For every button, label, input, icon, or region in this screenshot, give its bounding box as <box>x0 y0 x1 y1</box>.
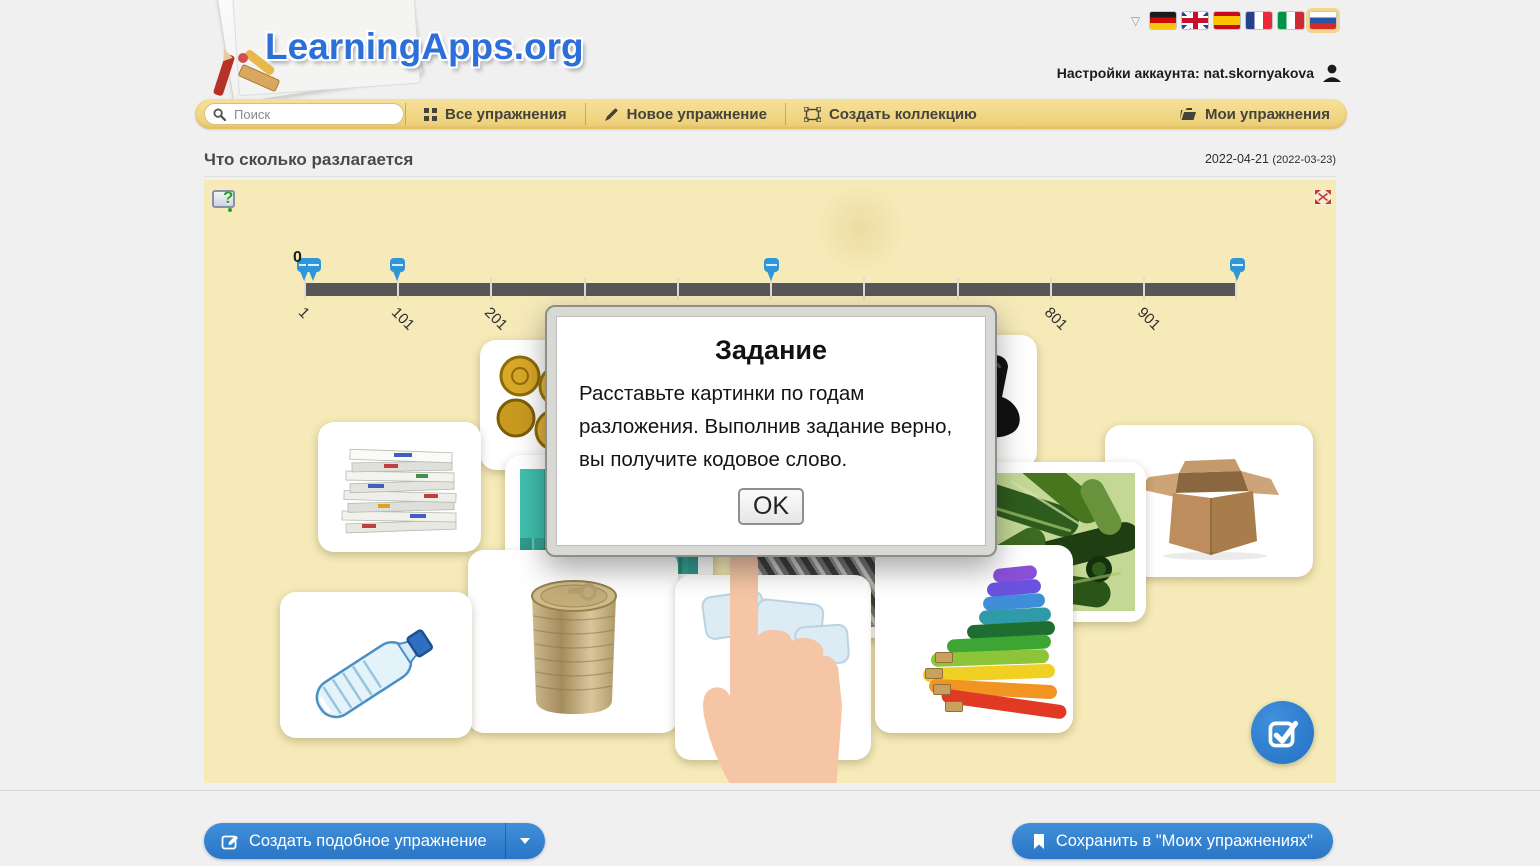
timeline-tick <box>1050 278 1052 300</box>
card-felt-pens[interactable] <box>875 545 1073 733</box>
date-note: (2022-03-23) <box>1272 154 1336 166</box>
timeline-tick <box>490 278 492 300</box>
edit-square-icon <box>221 833 239 850</box>
tick-label: 201 <box>481 304 511 334</box>
nav-item-my-exercises[interactable]: Мои упражнения <box>1162 99 1347 129</box>
timeline-pin[interactable] <box>764 258 779 282</box>
card-tin-can[interactable] <box>468 550 678 733</box>
newspapers-photo <box>328 434 471 542</box>
plastic-bottle-photo <box>292 600 460 730</box>
search-input[interactable] <box>232 106 395 123</box>
modal-body-text: Расставьте картинки по годам разложения.… <box>579 378 963 476</box>
check-solution-button[interactable] <box>1251 701 1314 764</box>
logo[interactable]: LearningApps.org <box>205 0 605 96</box>
logo-text: LearningApps.org <box>265 26 584 68</box>
create-similar-dropdown[interactable] <box>506 823 545 859</box>
modal-title: Задание <box>579 335 963 366</box>
page-title: Что сколько разлагается <box>204 150 413 170</box>
footer-divider <box>0 790 1540 791</box>
create-similar-button-group: Создать подобное упражнение <box>204 823 545 859</box>
bookmark-icon <box>1032 833 1046 850</box>
nav-item-all-exercises[interactable]: Все упражнения <box>407 99 584 129</box>
ok-button[interactable]: OK <box>738 488 804 525</box>
tick-label: 801 <box>1041 304 1071 334</box>
nav-item-label: Мои упражнения <box>1205 106 1330 123</box>
timeline-tick <box>677 278 679 300</box>
question-mark-icon: ? <box>223 188 233 208</box>
nav-item-label: Создать коллекцию <box>829 106 977 123</box>
nav-divider <box>405 103 406 125</box>
timeline-pin[interactable] <box>1230 258 1245 282</box>
account-settings-label: Настройки аккаунта: nat.skornyakova <box>1057 65 1314 81</box>
tick-label: 1 <box>295 304 313 322</box>
flag-english[interactable] <box>1182 12 1208 29</box>
flag-spanish[interactable] <box>1214 12 1240 29</box>
nav-item-label: Все упражнения <box>445 106 567 123</box>
nav-item-label: Новое упражнение <box>627 106 767 123</box>
task-modal: Задание Расставьте картинки по годам раз… <box>545 305 997 557</box>
flag-russian-selected[interactable] <box>1310 12 1336 29</box>
tick-label: 101 <box>388 304 418 334</box>
person-icon <box>1322 63 1342 83</box>
card-plastic-bottle[interactable] <box>280 592 472 738</box>
flag-french[interactable] <box>1246 12 1272 29</box>
save-to-my-exercises-button[interactable]: Сохранить в "Моих упражнениях" <box>1012 823 1333 859</box>
cardboard-box-photo <box>1131 443 1287 561</box>
open-folder-icon <box>1179 107 1197 121</box>
task-modal-content: Задание Расставьте картинки по годам раз… <box>556 316 986 546</box>
learningapps-page: LearningApps.org ▽ Настройки аккаунта: n… <box>0 0 1540 866</box>
fullscreen-expand-icon <box>1314 189 1332 205</box>
save-button-label: Сохранить в "Моих упражнениях" <box>1056 832 1313 851</box>
exercise-board: ? 1 101 201 301 401 <box>204 180 1336 783</box>
help-button[interactable]: ? <box>212 188 242 214</box>
search-box[interactable] <box>204 103 404 125</box>
selection-frame-icon <box>804 107 821 122</box>
timeline-tick <box>584 278 586 300</box>
timeline-tick <box>957 278 959 300</box>
fullscreen-button[interactable] <box>1314 189 1332 205</box>
question-dot <box>228 208 232 212</box>
timeline-origin-label: 0 <box>293 249 302 267</box>
search-icon <box>213 108 226 121</box>
chevron-down-icon <box>520 838 530 844</box>
card-plastic-bags[interactable] <box>675 575 871 760</box>
exercise-date: 2022-04-21 (2022-03-23) <box>1205 152 1336 166</box>
checkbox-check-icon <box>1266 716 1300 750</box>
nav-item-new-exercise[interactable]: Новое упражнение <box>587 99 784 129</box>
create-similar-button[interactable]: Создать подобное упражнение <box>204 823 505 859</box>
title-row: Что сколько разлагается 2022-04-21 (2022… <box>204 148 1336 172</box>
timeline-tick <box>1143 278 1145 300</box>
language-bar: ▽ <box>1131 12 1336 29</box>
account-settings-link[interactable]: Настройки аккаунта: nat.skornyakova <box>1057 63 1342 83</box>
timeline-pin[interactable] <box>306 258 321 282</box>
grid-icon <box>424 108 437 121</box>
language-dropdown-icon[interactable]: ▽ <box>1131 14 1140 28</box>
tin-can-photo <box>516 562 632 722</box>
timeline-tick <box>863 278 865 300</box>
title-divider <box>204 176 1336 177</box>
timeline-pin[interactable] <box>390 258 405 282</box>
date-main: 2022-04-21 <box>1205 152 1269 166</box>
create-similar-label: Создать подобное упражнение <box>249 832 487 851</box>
flag-italian[interactable] <box>1278 12 1304 29</box>
card-newspapers[interactable] <box>318 422 481 552</box>
main-navbar: Все упражнения Новое упражнение Создать … <box>195 99 1347 129</box>
nav-item-create-collection[interactable]: Создать коллекцию <box>787 99 994 129</box>
nav-divider <box>785 103 786 125</box>
pencil-icon <box>604 107 619 122</box>
flag-german[interactable] <box>1150 12 1176 29</box>
tick-label: 901 <box>1134 304 1164 334</box>
nav-divider <box>585 103 586 125</box>
